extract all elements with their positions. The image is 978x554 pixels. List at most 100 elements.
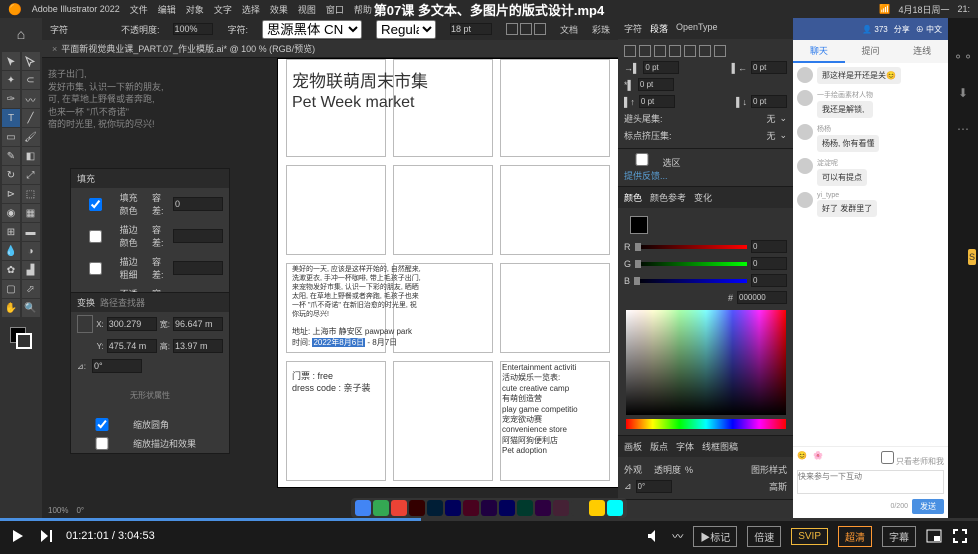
flower-icon[interactable]: 🌸: [813, 451, 823, 467]
volume-icon[interactable]: [646, 528, 662, 544]
perspective-tool[interactable]: ▦: [22, 204, 40, 222]
hex-input[interactable]: [737, 291, 787, 304]
chat-tabs[interactable]: 聊天提问连线: [793, 40, 948, 63]
type-tool[interactable]: T: [2, 109, 20, 127]
zoom-level[interactable]: 100%: [48, 506, 68, 515]
fullscreen-icon[interactable]: [952, 528, 968, 544]
menu-edit[interactable]: 编辑: [158, 3, 176, 16]
val-input[interactable]: [173, 229, 223, 243]
angle-input[interactable]: [92, 359, 142, 373]
more-icon[interactable]: ⋯: [954, 120, 972, 138]
dropdown-icon[interactable]: ⌄: [779, 130, 787, 141]
more-icon[interactable]: 彩珠: [592, 23, 610, 36]
fill-swatch[interactable]: [630, 216, 648, 234]
eraser-tool[interactable]: ◧: [22, 147, 40, 165]
stroke-cb[interactable]: [77, 230, 114, 243]
zoom-tool[interactable]: 🔍: [22, 299, 40, 317]
wand-tool[interactable]: ✦: [2, 71, 20, 89]
lang-btn[interactable]: ⊕ 中文: [916, 24, 942, 35]
pen-tool[interactable]: ✑: [2, 90, 20, 108]
home-icon[interactable]: ⌂: [0, 18, 42, 50]
hue-bar[interactable]: [626, 419, 786, 429]
fill-stroke-swatch[interactable]: [10, 327, 32, 349]
document-tab[interactable]: × 平面新视觉典业课_PART.07_作业模版.ai* @ 100 % (RGB…: [42, 40, 618, 58]
color-tabs[interactable]: 颜色颜色参考变化: [618, 187, 793, 208]
next-icon[interactable]: [38, 528, 54, 544]
emoji-icon[interactable]: 😊: [797, 451, 807, 467]
opacity-input[interactable]: [173, 23, 213, 35]
only-teacher-cb[interactable]: [881, 451, 894, 464]
share-btn[interactable]: 分享: [894, 24, 910, 35]
selection-tool[interactable]: [2, 52, 20, 70]
fill-cb[interactable]: [77, 198, 114, 211]
gradient-tool[interactable]: ▬: [22, 223, 40, 241]
val-input[interactable]: [173, 261, 223, 275]
transform-panel[interactable]: 变换 路径查找器 X: 宽: Y: 高: ⊿: 无形状属性 缩放圆角 缩放描边和…: [70, 292, 230, 454]
progress-bar[interactable]: [0, 518, 978, 521]
scale-stroke-cb[interactable]: [77, 437, 127, 450]
symbol-tool[interactable]: ✿: [2, 261, 20, 279]
blend-tool[interactable]: ◑: [22, 242, 40, 260]
tolerance-input[interactable]: [173, 197, 223, 211]
rotate-tool[interactable]: ↻: [2, 166, 20, 184]
g-input[interactable]: [751, 257, 787, 270]
scale-corner-cb[interactable]: [77, 418, 127, 431]
artboard-tabs[interactable]: 画板版点字体线框图稿: [618, 436, 793, 457]
date-text[interactable]: 时间: 2022年8月6日 - 8月7日: [292, 338, 397, 348]
w-input[interactable]: [173, 317, 223, 331]
para-tabs[interactable]: 字符段落OpenType: [618, 18, 793, 39]
menu-help[interactable]: 帮助: [354, 3, 372, 16]
menu-effect[interactable]: 效果: [270, 3, 288, 16]
shapebuild-tool[interactable]: ◉: [2, 204, 20, 222]
width-tool[interactable]: ⊳: [2, 185, 20, 203]
wifi-icon[interactable]: 📶: [879, 4, 890, 15]
pip-icon[interactable]: [926, 528, 942, 544]
hand-tool[interactable]: ✋: [2, 299, 20, 317]
subtitle-button[interactable]: 字幕: [882, 526, 916, 547]
y-input[interactable]: [107, 339, 157, 353]
para-align[interactable]: [624, 43, 787, 59]
menu-view[interactable]: 视图: [298, 3, 316, 16]
ref-point[interactable]: [77, 315, 93, 333]
rect-tool[interactable]: ▭: [2, 128, 20, 146]
lasso-tool[interactable]: ⊂: [22, 71, 40, 89]
free-tool[interactable]: ⬚: [22, 185, 40, 203]
x-input[interactable]: [107, 317, 157, 331]
quality-button[interactable]: 超清: [838, 526, 872, 547]
align-icons[interactable]: [506, 23, 546, 35]
side-label[interactable]: S: [968, 249, 976, 265]
weight-cb[interactable]: [77, 262, 114, 275]
weight-select[interactable]: Regular: [376, 20, 436, 39]
g-slider[interactable]: [635, 262, 747, 266]
indent-r[interactable]: [751, 61, 787, 74]
chat-input[interactable]: [797, 470, 944, 494]
menu-window[interactable]: 窗口: [326, 3, 344, 16]
send-button[interactable]: 发送: [912, 499, 944, 514]
speed-button[interactable]: 倍速: [747, 526, 781, 547]
color-field[interactable]: [626, 310, 786, 415]
canvas[interactable]: 孩子出门,发好市集, 认识一下新的朋友,可, 在草地上野餐或者奔跑,也来一杯 "…: [42, 58, 618, 518]
download-icon[interactable]: ⬇: [954, 84, 972, 102]
slice-tool[interactable]: ⬀: [22, 280, 40, 298]
mesh-tool[interactable]: ⊞: [2, 223, 20, 241]
mark-button[interactable]: ▶标记: [693, 526, 737, 547]
menu-type[interactable]: 文字: [214, 3, 232, 16]
b-slider[interactable]: [634, 279, 747, 283]
play-icon[interactable]: [10, 528, 26, 544]
r-input[interactable]: [751, 240, 787, 253]
curve-tool[interactable]: 〰: [22, 90, 40, 108]
rot-input[interactable]: [636, 480, 672, 493]
first-indent[interactable]: [638, 78, 674, 91]
indent-l[interactable]: [643, 61, 679, 74]
apple-icon[interactable]: 🟠: [8, 3, 22, 16]
share-icon[interactable]: ⚬⚬: [954, 48, 972, 66]
graph-tool[interactable]: ▟: [22, 261, 40, 279]
line-tool[interactable]: ╱: [22, 109, 40, 127]
menu-select[interactable]: 选择: [242, 3, 260, 16]
r-slider[interactable]: [635, 245, 748, 249]
space-after[interactable]: [751, 95, 787, 108]
artboard-tool[interactable]: ▢: [2, 280, 20, 298]
feedback-link[interactable]: 提供反馈...: [624, 169, 787, 182]
brush-tool[interactable]: 🖌: [22, 128, 40, 146]
eyedrop-tool[interactable]: 💧: [2, 242, 20, 260]
